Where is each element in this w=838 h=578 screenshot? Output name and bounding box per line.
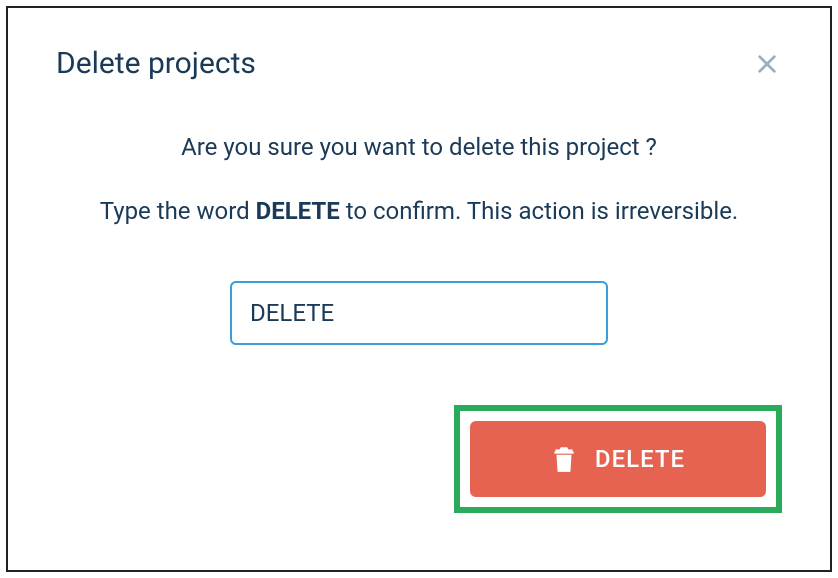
tutorial-highlight: DELETE xyxy=(454,405,782,513)
modal-title: Delete projects xyxy=(56,46,256,81)
modal-body: Are you sure you want to delete this pro… xyxy=(56,133,782,345)
delete-button[interactable]: DELETE xyxy=(470,421,766,497)
delete-button-label: DELETE xyxy=(595,445,685,473)
confirm-input[interactable] xyxy=(230,281,608,345)
trash-icon xyxy=(551,444,577,474)
instruction-suffix: to confirm. This action is irreversible. xyxy=(340,197,738,225)
delete-projects-modal: Delete projects Are you sure you want to… xyxy=(6,6,832,572)
instruction-prefix: Type the word xyxy=(100,197,256,225)
confirm-question: Are you sure you want to delete this pro… xyxy=(56,133,782,161)
close-icon xyxy=(756,53,778,75)
close-button[interactable] xyxy=(752,49,782,79)
instruction-keyword: DELETE xyxy=(256,197,340,225)
confirm-instruction: Type the word DELETE to confirm. This ac… xyxy=(56,197,782,225)
modal-header: Delete projects xyxy=(56,46,782,81)
modal-footer: DELETE xyxy=(56,405,782,513)
